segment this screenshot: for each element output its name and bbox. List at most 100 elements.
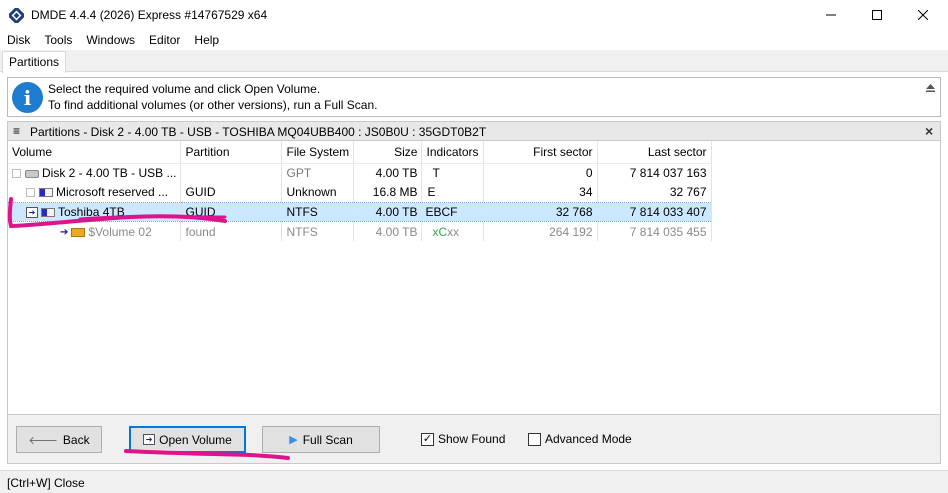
col-header-indicators[interactable]: Indicators	[421, 141, 484, 164]
filesystem-cell: NTFS	[281, 221, 355, 241]
tree-checkbox[interactable]	[26, 188, 35, 198]
indicators-cell: xCxx	[421, 221, 484, 241]
disk-icon	[25, 169, 39, 178]
table-header-row: Volume Partition File System Size Indica…	[8, 141, 712, 164]
filesystem-cell: Unknown	[281, 182, 355, 202]
col-header-partition[interactable]: Partition	[180, 141, 283, 164]
info-text-line1: Select the required volume and click Ope…	[48, 82, 321, 96]
advanced-mode-checkbox[interactable]: Advanced Mode	[528, 432, 632, 446]
panel-close-icon[interactable]: ×	[925, 123, 933, 139]
show-found-label: Show Found	[438, 432, 506, 446]
first-sector-cell: 34	[483, 182, 598, 202]
indicators-cell: T	[421, 163, 484, 183]
info-icon: i	[12, 82, 43, 113]
volume-icon	[41, 208, 55, 218]
back-button[interactable]: 🡐 Back	[16, 426, 102, 453]
indicator-xx: xx	[447, 224, 460, 239]
volume-name: $Volume 02	[88, 224, 152, 239]
table-row[interactable]: Microsoft reserved ... GUID Unknown 16.8…	[8, 182, 712, 202]
size-cell: 16.8 MB	[353, 182, 423, 202]
first-sector-cell: 32 768	[483, 201, 598, 222]
menu-help[interactable]: Help	[187, 31, 226, 50]
open-arrow-icon: ➔	[26, 207, 38, 219]
volume-cell: Microsoft reserved ...	[8, 182, 182, 202]
action-panel: 🡐 Back ➔ Open Volume ▶ Full Scan ✓ Show Foun…	[7, 414, 941, 464]
open-volume-label: Open Volume	[159, 432, 232, 447]
tab-partitions[interactable]: Partitions	[2, 51, 67, 73]
menu-bar: Disk Tools Windows Editor Help	[0, 31, 948, 50]
partitions-panel-header: ≡ Partitions - Disk 2 - 4.00 TB - USB - …	[7, 121, 941, 141]
info-text-line2: To find additional volumes (or other ver…	[48, 98, 378, 112]
title-bar[interactable]: DMDE 4.4.4 (2026) Express #14767529 x64	[0, 0, 948, 30]
first-sector-cell: 264 192	[483, 221, 598, 241]
partition-cell: found	[180, 221, 283, 241]
back-arrow-icon: 🡐	[28, 434, 58, 447]
first-sector-cell: 0	[483, 163, 598, 183]
partitions-table-area: Volume Partition File System Size Indica…	[7, 141, 941, 414]
volume-name: Microsoft reserved ...	[56, 185, 169, 199]
table-row[interactable]: Disk 2 - 4.00 TB - USB ... GPT 4.00 TB T…	[8, 163, 712, 183]
col-header-volume[interactable]: Volume	[8, 141, 182, 164]
close-icon	[918, 10, 928, 20]
info-panel: i Select the required volume and click O…	[7, 77, 941, 117]
size-cell: 4.00 TB	[353, 221, 423, 241]
size-cell: 4.00 TB	[353, 163, 423, 183]
col-header-filesystem[interactable]: File System	[281, 141, 355, 164]
last-sector-cell: 7 814 037 163	[597, 163, 712, 183]
volume-name: Disk 2 - 4.00 TB - USB ...	[42, 166, 177, 180]
checkbox-unchecked-icon	[528, 432, 541, 446]
size-cell: 4.00 TB	[353, 201, 423, 222]
found-volume-icon	[71, 227, 86, 237]
menu-windows[interactable]: Windows	[79, 31, 142, 50]
dmde-app-icon	[9, 8, 24, 23]
full-scan-button[interactable]: ▶ Full Scan	[262, 426, 380, 453]
status-bar: [Ctrl+W] Close	[0, 470, 948, 493]
checkbox-checked-icon: ✓	[421, 432, 434, 446]
last-sector-cell: 7 814 033 407	[597, 201, 712, 222]
back-button-label: Back	[62, 432, 90, 447]
menu-disk[interactable]: Disk	[0, 31, 37, 50]
volume-cell: ➔ Toshiba 4TB	[8, 201, 182, 222]
last-sector-cell: 7 814 035 455	[597, 221, 712, 241]
last-sector-cell: 32 767	[597, 182, 712, 202]
maximize-button[interactable]	[854, 0, 900, 30]
status-text: [Ctrl+W] Close	[7, 476, 85, 490]
menu-tools[interactable]: Tools	[37, 31, 79, 50]
play-icon: ▶	[289, 434, 298, 446]
open-volume-button[interactable]: ➔ Open Volume	[129, 426, 246, 453]
partition-cell	[180, 163, 283, 183]
col-header-last-sector[interactable]: Last sector	[597, 141, 712, 164]
col-header-first-sector[interactable]: First sector	[483, 141, 598, 164]
indicators-cell: EBCF	[421, 201, 484, 222]
volume-cell: ➔ $Volume 02	[8, 221, 182, 241]
col-header-size[interactable]: Size	[353, 141, 423, 164]
close-window-button[interactable]	[900, 0, 946, 30]
open-arrow-icon: ➔	[143, 434, 156, 445]
indicator-c: C	[438, 224, 448, 239]
panel-title: Partitions - Disk 2 - 4.00 TB - USB - TO…	[30, 125, 487, 139]
filesystem-cell: GPT	[281, 163, 355, 183]
filesystem-cell: NTFS	[281, 201, 355, 222]
tree-checkbox[interactable]	[12, 169, 21, 179]
indicators-cell: E	[421, 182, 484, 202]
table-row-selected[interactable]: ➔ Toshiba 4TB GUID NTFS 4.00 TB EBCF 32 7…	[8, 201, 712, 222]
window-title: DMDE 4.4.4 (2026) Express #14767529 x64	[31, 8, 268, 22]
partition-cell: GUID	[180, 182, 283, 202]
collapse-panel-icon[interactable]	[925, 83, 936, 93]
open-arrow-icon: ➔	[60, 226, 69, 238]
full-scan-label: Full Scan	[302, 432, 353, 447]
menu-editor[interactable]: Editor	[142, 31, 187, 50]
app-window: DMDE 4.4.4 (2026) Express #14767529 x64 …	[0, 0, 948, 493]
table-row[interactable]: ➔ $Volume 02 found NTFS 4.00 TB xCxx 264 …	[8, 221, 712, 241]
hamburger-menu-icon[interactable]: ≡	[13, 124, 20, 138]
maximize-icon	[872, 10, 882, 20]
partitions-table: Volume Partition File System Size Indica…	[8, 141, 712, 241]
volume-name: Toshiba 4TB	[58, 204, 125, 219]
minimize-icon	[826, 14, 836, 16]
volume-cell: Disk 2 - 4.00 TB - USB ...	[8, 163, 182, 183]
volume-icon	[39, 188, 53, 198]
tab-strip: Partitions	[0, 50, 948, 73]
show-found-checkbox[interactable]: ✓ Show Found	[421, 432, 505, 446]
partition-cell: GUID	[180, 201, 283, 222]
minimize-button[interactable]	[808, 0, 854, 30]
